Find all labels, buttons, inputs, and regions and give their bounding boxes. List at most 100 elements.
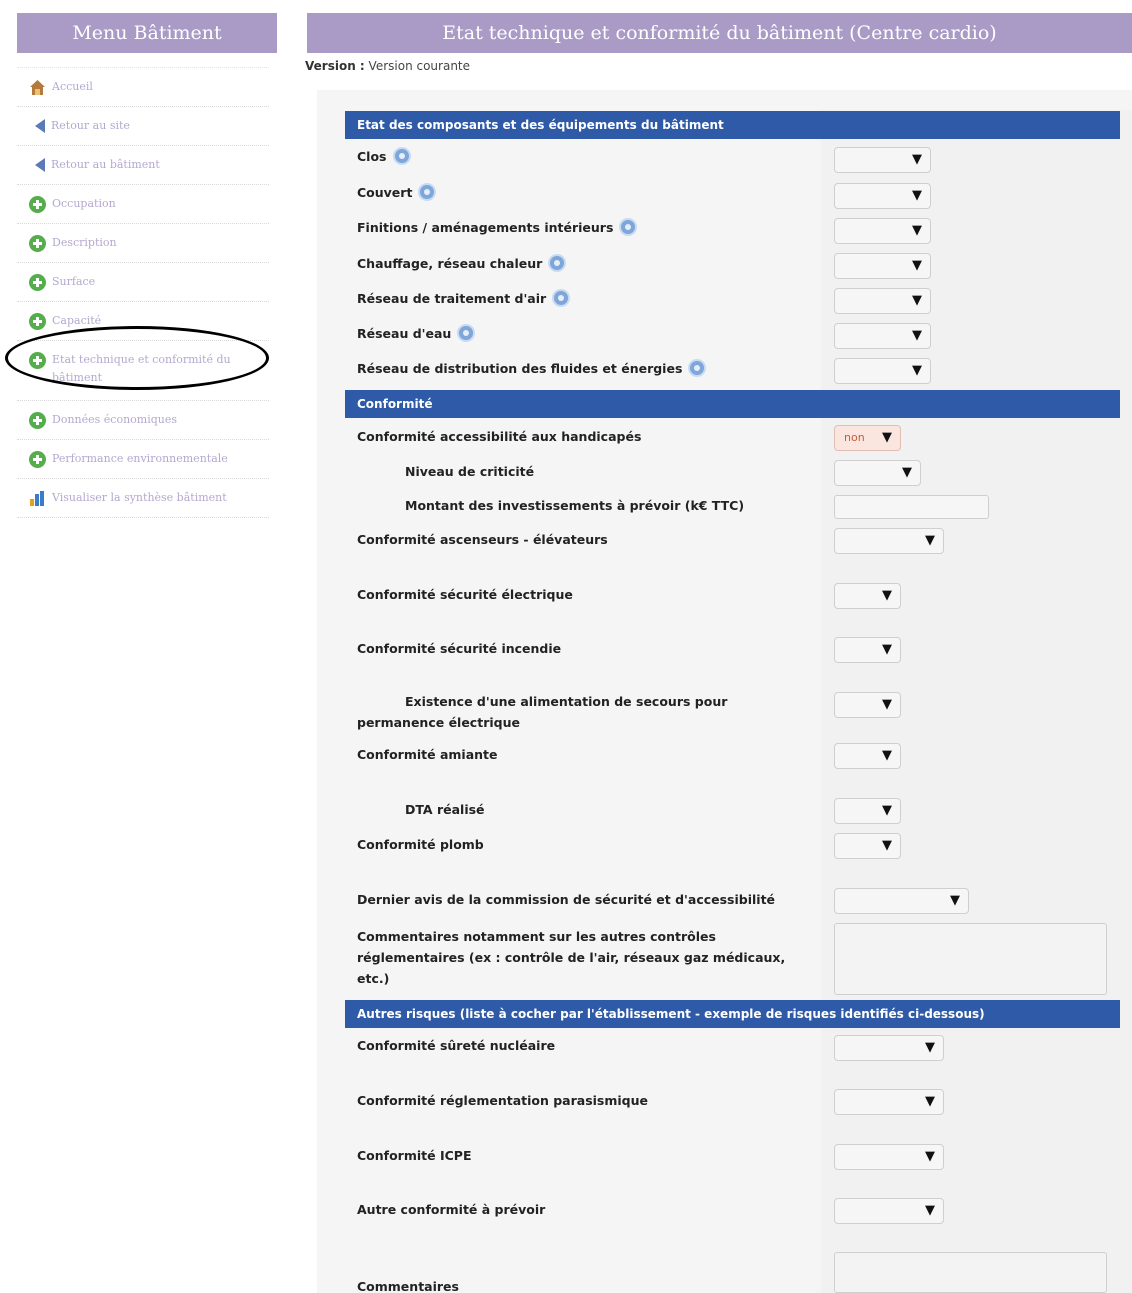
sidebar-title: Menu Bâtiment [17,13,277,53]
select-plomb[interactable]: ▼ [834,833,901,859]
field-label-traitement-air: Réseau de traitement d'air [357,288,817,309]
sidebar-menu: Accueil Retour au site Retour au bâtimen… [17,67,269,518]
sidebar-item-retour-batiment[interactable]: Retour au bâtiment [17,146,269,185]
version-line: Version : Version courante [305,59,470,73]
field-label-autre-conformite: Autre conformité à prévoir [357,1202,546,1217]
select-icpe[interactable]: ▼ [834,1144,944,1170]
chevron-down-icon: ▼ [912,328,922,343]
home-icon [30,80,45,95]
select-value: non [844,431,865,444]
sidebar-item-surface[interactable]: Surface [17,263,269,302]
sidebar-item-label: Occupation [52,197,116,210]
chevron-down-icon: ▼ [882,697,892,712]
sidebar-item-accueil[interactable]: Accueil [17,67,269,107]
field-label-securite-electrique: Conformité sécurité électrique [357,587,573,602]
plus-circle-icon [29,196,46,213]
select-fluides[interactable]: ▼ [834,358,931,384]
field-label-accessibilite: Conformité accessibilité aux handicapés [357,429,642,444]
chevron-down-icon: ▼ [912,293,922,308]
chevron-down-icon: ▼ [925,1040,935,1055]
select-accessibilite[interactable]: non ▼ [834,425,901,451]
chevron-down-icon: ▼ [925,1149,935,1164]
field-label-clos: Clos [357,146,817,167]
label-text: Couvert [357,185,413,200]
select-surete-nucleaire[interactable]: ▼ [834,1035,944,1061]
chevron-down-icon: ▼ [882,588,892,603]
select-chauffage[interactable]: ▼ [834,253,931,279]
help-icon[interactable] [548,254,567,272]
label-text: Chauffage, réseau chaleur [357,256,543,271]
field-label-couvert: Couvert [357,182,817,203]
input-montant[interactable] [834,495,989,519]
section-header-conformite: Conformité [345,390,1120,418]
chevron-down-icon: ▼ [925,1203,935,1218]
select-couvert[interactable]: ▼ [834,183,931,209]
sidebar-item-performance[interactable]: Performance environnementale [17,440,269,479]
sidebar-item-label: Visualiser la synthèse bâtiment [52,491,227,504]
help-icon[interactable] [552,289,571,307]
field-label-montant: Montant des investissements à prévoir (k… [405,498,745,513]
select-securite-electrique[interactable]: ▼ [834,583,901,609]
sidebar-item-retour-site[interactable]: Retour au site [17,107,269,146]
chevron-down-icon: ▼ [882,838,892,853]
label-text: Réseau d'eau [357,326,452,341]
chevron-down-icon: ▼ [902,465,912,480]
bar-chart-icon [30,491,44,506]
chevron-down-icon: ▼ [912,258,922,273]
select-criticite[interactable]: ▼ [834,460,921,486]
select-dta[interactable]: ▼ [834,798,901,824]
field-label-parasismique: Conformité réglementation parasismique [357,1093,649,1108]
field-label-surete-nucleaire: Conformité sûreté nucléaire [357,1038,556,1053]
select-commission[interactable]: ▼ [834,888,969,914]
chevron-down-icon: ▼ [882,803,892,818]
chevron-down-icon: ▼ [912,152,922,167]
sidebar-item-donnees-economiques[interactable]: Données économiques [17,401,269,440]
chevron-down-icon: ▼ [882,430,892,445]
select-reseau-eau[interactable]: ▼ [834,323,931,349]
sidebar-item-label: Retour au bâtiment [51,158,160,171]
sidebar-item-occupation[interactable]: Occupation [17,185,269,224]
help-icon[interactable] [418,183,437,201]
field-label-fluides: Réseau de distribution des fluides et én… [357,358,817,379]
chevron-down-icon: ▼ [925,1094,935,1109]
label-text: Finitions / aménagements intérieurs [357,220,614,235]
section-header-autres-risques: Autres risques (liste à cocher par l'éta… [345,1000,1120,1028]
help-icon[interactable] [457,324,476,342]
field-label-plomb: Conformité plomb [357,837,484,852]
chevron-down-icon: ▼ [912,363,922,378]
version-label: Version : [305,59,365,73]
section-header-etat: Etat des composants et des équipements d… [345,111,1120,139]
plus-circle-icon [29,274,46,291]
help-icon[interactable] [619,218,638,236]
textarea-commentaires-controles[interactable] [834,923,1107,995]
select-amiante[interactable]: ▼ [834,743,901,769]
plus-circle-icon [29,235,46,252]
field-label-finitions: Finitions / aménagements intérieurs [357,217,817,238]
sidebar-item-description[interactable]: Description [17,224,269,263]
sidebar-item-synthese[interactable]: Visualiser la synthèse bâtiment [17,479,269,518]
sidebar: Menu Bâtiment Accueil Retour au site Ret… [17,13,277,518]
select-autre-conformite[interactable]: ▼ [834,1198,944,1224]
field-label-dta: DTA réalisé [405,802,485,817]
textarea-commentaires[interactable] [834,1252,1107,1293]
select-parasismique[interactable]: ▼ [834,1089,944,1115]
sidebar-item-label: Performance environnementale [52,452,228,465]
chevron-down-icon: ▼ [882,642,892,657]
chevron-down-icon: ▼ [950,893,960,908]
back-arrow-icon [32,158,45,172]
help-icon[interactable] [392,147,411,165]
field-label-criticite: Niveau de criticité [405,464,535,479]
select-finitions[interactable]: ▼ [834,218,931,244]
plus-circle-icon [29,412,46,429]
select-securite-incendie[interactable]: ▼ [834,637,901,663]
field-label-reseau-eau: Réseau d'eau [357,323,817,344]
select-alimentation-secours[interactable]: ▼ [834,692,901,718]
sidebar-item-label: Retour au site [51,119,130,132]
help-icon[interactable] [688,359,707,377]
select-ascenseurs[interactable]: ▼ [834,528,944,554]
sidebar-item-label: Description [52,236,117,249]
select-traitement-air[interactable]: ▼ [834,288,931,314]
select-clos[interactable]: ▼ [834,147,931,173]
plus-circle-icon [29,313,46,330]
sidebar-item-label: Données économiques [52,413,178,426]
